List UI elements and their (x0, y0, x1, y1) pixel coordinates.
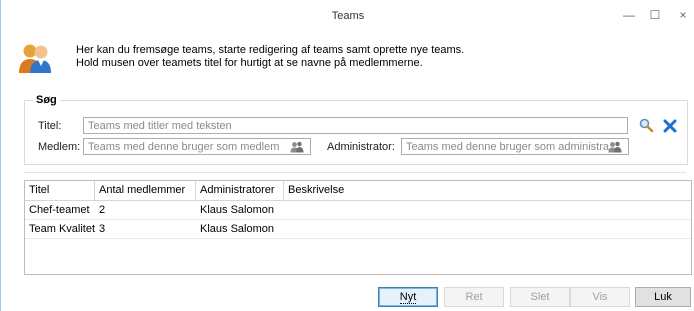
blue-x-icon[interactable] (662, 118, 678, 134)
search-group-title: Søg (33, 94, 60, 106)
users-picker-icon[interactable] (608, 141, 622, 153)
cell-administratorer: Klaus Salomon (200, 204, 274, 216)
cell-beskrivelse (284, 220, 288, 238)
intro-text: Her kan du fremsøge teams, starte redige… (76, 44, 464, 70)
cell-antal-medlemmer: 2 (99, 204, 106, 216)
intro-line-1: Her kan du fremsøge teams, starte redige… (76, 44, 465, 56)
cell-administratorer: Klaus Salomon (200, 223, 274, 235)
member-input-placeholder: Teams med denne bruger som medlem (88, 141, 280, 153)
close-window-button[interactable]: × (675, 7, 691, 23)
intro-line-2: Hold musen over teamets titel for hurtig… (76, 57, 423, 69)
grid-header: Titel Antal medlemmer Administratorer Be… (25, 181, 691, 201)
close-button[interactable]: Luk (635, 287, 691, 307)
window-title: Teams (331, 10, 365, 22)
table-row[interactable]: Team Kvalitet 3 Klaus Salomon (25, 220, 691, 239)
new-button-label: Nyt (399, 291, 417, 304)
column-header-antal-medlemmer[interactable]: Antal medlemmer (95, 181, 196, 200)
teams-window: Teams — ☐ × Her kan du fremsøge teams, s… (0, 0, 694, 311)
separator (24, 172, 686, 173)
table-row[interactable]: Chef-teamet 2 Klaus Salomon (25, 201, 691, 220)
team-users-icon (19, 44, 51, 73)
minimize-button[interactable]: — (621, 7, 637, 23)
maximize-button[interactable]: ☐ (647, 7, 663, 23)
administrator-search-input[interactable]: Teams med denne bruger som administra... (401, 138, 629, 155)
column-header-titel[interactable]: Titel (25, 181, 95, 200)
magnifier-icon[interactable] (638, 117, 654, 133)
member-label: Medlem: (38, 141, 81, 153)
new-button[interactable]: Nyt (378, 287, 438, 307)
cell-titel[interactable]: Team Kvalitet (25, 220, 95, 238)
title-bar[interactable]: Teams — ☐ × (1, 0, 694, 30)
member-search-input[interactable]: Teams med denne bruger som medlem (83, 138, 311, 155)
administrator-input-placeholder: Teams med denne bruger som administra... (406, 141, 619, 153)
teams-grid[interactable]: Titel Antal medlemmer Administratorer Be… (24, 180, 692, 275)
view-button[interactable]: Vis (570, 287, 630, 307)
cell-titel[interactable]: Chef-teamet (25, 201, 90, 219)
cell-beskrivelse (284, 201, 288, 219)
administrator-label: Administrator: (327, 141, 395, 153)
users-picker-icon[interactable] (290, 141, 304, 153)
column-header-beskrivelse[interactable]: Beskrivelse (284, 181, 374, 200)
title-search-input[interactable]: Teams med titler med teksten (83, 117, 628, 134)
delete-button[interactable]: Slet (510, 287, 570, 307)
column-header-administratorer[interactable]: Administratorer (196, 181, 284, 200)
title-label: Titel: (38, 120, 62, 132)
edit-button[interactable]: Ret (444, 287, 504, 307)
cell-antal-medlemmer: 3 (99, 223, 106, 235)
